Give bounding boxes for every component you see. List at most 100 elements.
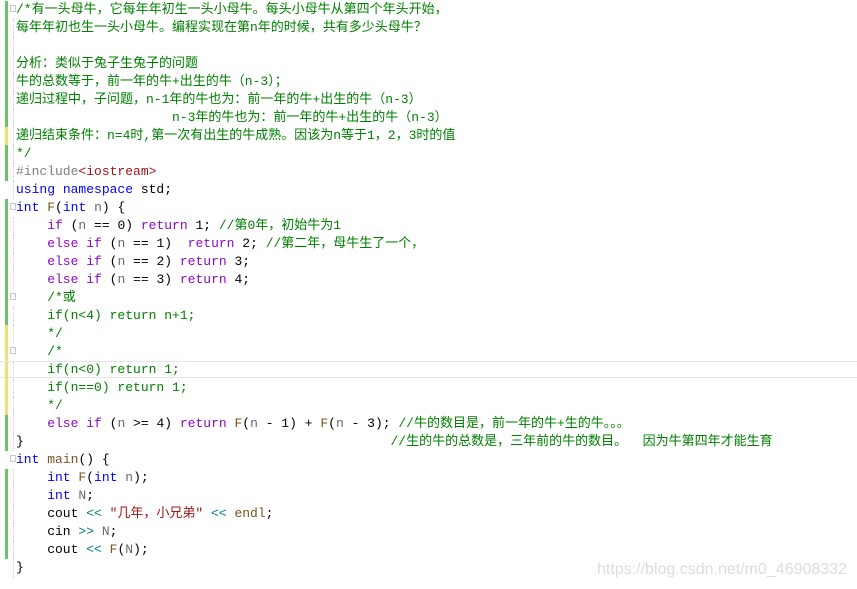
code-token: ( [328, 416, 336, 431]
code-token: */ [16, 146, 32, 161]
change-marker [5, 127, 8, 145]
code-token: //第0年，初始牛为1 [218, 218, 342, 233]
code-token: using [16, 182, 63, 197]
code-editor[interactable]: /*有一头母牛，它每年年初生一头小母牛。每头小母牛从第四个年头开始， 每年年初也生… [0, 0, 857, 589]
outline-guide [13, 145, 14, 163]
code-token: main [47, 452, 79, 467]
code-line[interactable]: cout << "几年，小兄弟" << endl; [0, 505, 857, 523]
code-line[interactable]: else if (n == 3) return 4; [0, 271, 857, 289]
code-line[interactable]: else if (n == 1) return 2; //第二年，母牛生了一个， [0, 235, 857, 253]
code-token: n [125, 470, 134, 485]
code-line[interactable]: int F(int n); [0, 469, 857, 487]
code-line[interactable]: */ [0, 397, 857, 415]
outline-guide [13, 217, 14, 235]
code-token: N [101, 524, 110, 539]
outline-guide [13, 73, 14, 91]
change-marker [5, 235, 8, 253]
code-line[interactable]: #include<iostream> [0, 163, 857, 181]
code-text: int F(int n) { [16, 199, 125, 217]
code-token: ; [265, 506, 274, 521]
code-line[interactable]: int F(int n) { [0, 199, 857, 217]
change-marker [5, 271, 8, 289]
code-line[interactable]: */ [0, 325, 857, 343]
change-marker [5, 541, 8, 559]
code-token: */ [16, 326, 63, 341]
code-line[interactable]: cout << F(N); [0, 541, 857, 559]
outline-guide [13, 271, 14, 289]
code-text: using namespace std; [16, 181, 172, 199]
code-token: cin [16, 524, 79, 539]
code-line[interactable]: cin >> N; [0, 523, 857, 541]
code-token: ( [55, 200, 63, 215]
outline-guide [13, 559, 14, 577]
code-line[interactable]: } //生的牛的总数是，三年前的牛的数目。 因为牛第四年才能生育 [0, 433, 857, 451]
code-line[interactable]: using namespace std; [0, 181, 857, 199]
code-token: n [250, 416, 258, 431]
change-marker [5, 469, 8, 487]
code-token: int [16, 452, 48, 467]
change-marker [5, 325, 8, 343]
code-line[interactable]: int main() { [0, 451, 857, 469]
code-text: #include<iostream> [16, 163, 156, 181]
code-token: //第二年，母牛生了一个， [265, 236, 425, 251]
change-marker [5, 289, 8, 307]
code-line[interactable]: if(n<0) return 1; [0, 361, 857, 380]
code-token: } [16, 434, 391, 449]
code-token: n [94, 200, 102, 215]
change-marker [5, 397, 8, 415]
code-token: "几年，小兄弟" [109, 506, 204, 521]
change-marker [5, 55, 8, 73]
code-token: return [179, 416, 235, 431]
code-token: 2; [242, 236, 266, 251]
code-line[interactable]: if (n == 0) return 1; //第0年，初始牛为1 [0, 217, 857, 235]
code-token: 1; [195, 218, 219, 233]
outline-guide [13, 181, 14, 199]
code-token: << [203, 506, 235, 521]
code-line[interactable]: /* [0, 343, 857, 361]
watermark: https://blog.csdn.net/m0_46908332 [597, 561, 847, 578]
change-marker [5, 343, 8, 361]
code-text: /*有一头母牛，它每年年初生一头小母牛。每头小母牛从第四个年头开始， [16, 1, 448, 19]
code-line[interactable] [0, 37, 857, 55]
code-token: else if [16, 272, 110, 287]
code-line[interactable]: else if (n == 2) return 3; [0, 253, 857, 271]
code-line[interactable]: 分析：类似于兔子生兔子的问题 [0, 55, 857, 73]
code-line[interactable]: if(n<4) return n+1; [0, 307, 857, 325]
code-token: int [16, 200, 48, 215]
code-token: if(n<4) return n+1; [16, 308, 196, 323]
code-text: } //生的牛的总数是，三年前的牛的数目。 因为牛第四年才能生育 [16, 433, 773, 451]
change-marker [5, 199, 8, 217]
code-line[interactable]: 每年年初也生一头小母牛。编程实现在第n年的时候，共有多少头母牛？ [0, 19, 857, 37]
outline-guide [13, 415, 14, 433]
code-line[interactable]: 递归结束条件：n=4时,第一次有出生的牛成熟。因该为n等于1，2，3时的值 [0, 127, 857, 145]
code-line[interactable]: else if (n >= 4) return F(n - 1) + F(n -… [0, 415, 857, 433]
code-token: - 3); [343, 416, 399, 431]
code-text: 每年年初也生一头小母牛。编程实现在第n年的时候，共有多少头母牛？ [16, 19, 427, 37]
code-token: int [94, 470, 126, 485]
change-marker [5, 307, 8, 325]
change-marker [5, 487, 8, 505]
code-token: 3; [234, 254, 251, 269]
code-token: else if [16, 416, 110, 431]
code-line[interactable]: /*有一头母牛，它每年年初生一头小母牛。每头小母牛从第四个年头开始， [0, 1, 857, 19]
code-token: == 1) [125, 236, 188, 251]
code-text: else if (n == 2) return 3; [16, 253, 250, 271]
change-marker [5, 433, 8, 451]
code-token: << [86, 506, 110, 521]
code-token: namespace [62, 182, 141, 197]
code-token: 递归过程中，子问题，n-1年的牛也为：前一年的牛+出生的牛（n-3） [16, 92, 422, 107]
code-line[interactable]: int N; [0, 487, 857, 505]
code-line[interactable]: n-3年的牛也为：前一年的牛+出生的牛（n-3） [0, 109, 857, 127]
code-line[interactable]: 递归过程中，子问题，n-1年的牛也为：前一年的牛+出生的牛（n-3） [0, 91, 857, 109]
code-line[interactable]: /*或 [0, 289, 857, 307]
code-token: n [335, 416, 344, 431]
code-token: if(n<0) return 1; [16, 362, 180, 377]
code-token: F [320, 416, 329, 431]
code-text: if(n<4) return n+1; [16, 307, 195, 325]
code-line[interactable]: 牛的总数等于，前一年的牛+出生的牛（n-3）； [0, 73, 857, 91]
code-text: if(n<0) return 1; [16, 362, 180, 378]
outline-guide [13, 163, 14, 181]
code-line[interactable]: */ [0, 145, 857, 163]
code-line[interactable]: if(n==0) return 1; [0, 379, 857, 397]
outline-guide [13, 487, 14, 505]
